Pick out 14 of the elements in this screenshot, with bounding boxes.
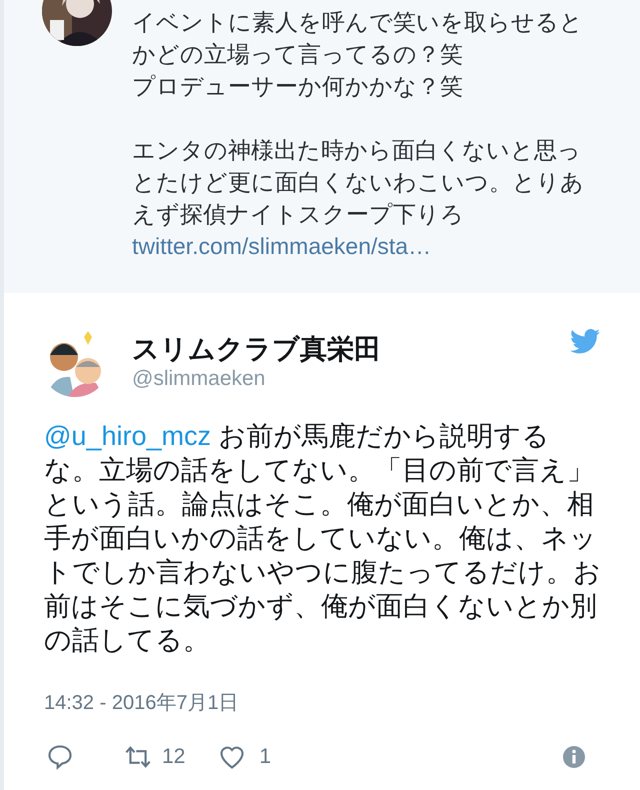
tweet-text: @u_hiro_mcz お前が馬鹿だから説明する な。立場の話をしてない。「目の前で言え」 という話。論点はそこ。俺が面白いとか、相 手が面白いかの話をしていない。俺は、ネッ トでしか言わないやつに腹たってるだけ。お 前はそこに気づかず、俺が面白くないとか別 の話してる。	[43, 420, 600, 657]
display-name: スリムクラブ真栄田	[132, 333, 381, 365]
quoted-tweet-text: イベントに素人を呼んで笑いを取らせると かどの立場って言ってるの？笑 プロデューサーか何かかな？笑	[132, 8, 584, 101]
bird-icon	[570, 329, 600, 354]
reply-icon[interactable]	[46, 742, 74, 771]
retweet-count: 12	[162, 744, 186, 770]
tweet-link[interactable]: twitter.com/slimmaeken/sta…	[132, 230, 584, 262]
timestamp: 14:32 - 2016年7月1日	[43, 691, 240, 716]
mention-link[interactable]: @u_hiro_mcz	[44, 421, 211, 451]
like-count: 1	[259, 744, 272, 770]
info-icon[interactable]	[562, 744, 586, 769]
quoted-tweet-text: エンタの神様出た時から面白くないと思っ とたけど更に面白くないわこいつ。とりあ えず探偵ナイトスクープ下りろ	[132, 136, 584, 229]
user-handle: @slimmaeken	[132, 366, 266, 392]
quoted-tweet-card[interactable]: イベントに素人を呼んで笑いを取らせると かどの立場って言ってるの？笑 プロデューサーか何かかな？笑 エンタの神様出た時から面白くないと思っ とたけど更に面白くないわこいつ。とりあ えず探偵ナイトスクープ下りろ twitter.com/slimmaeken/sta…	[4, 0, 640, 293]
